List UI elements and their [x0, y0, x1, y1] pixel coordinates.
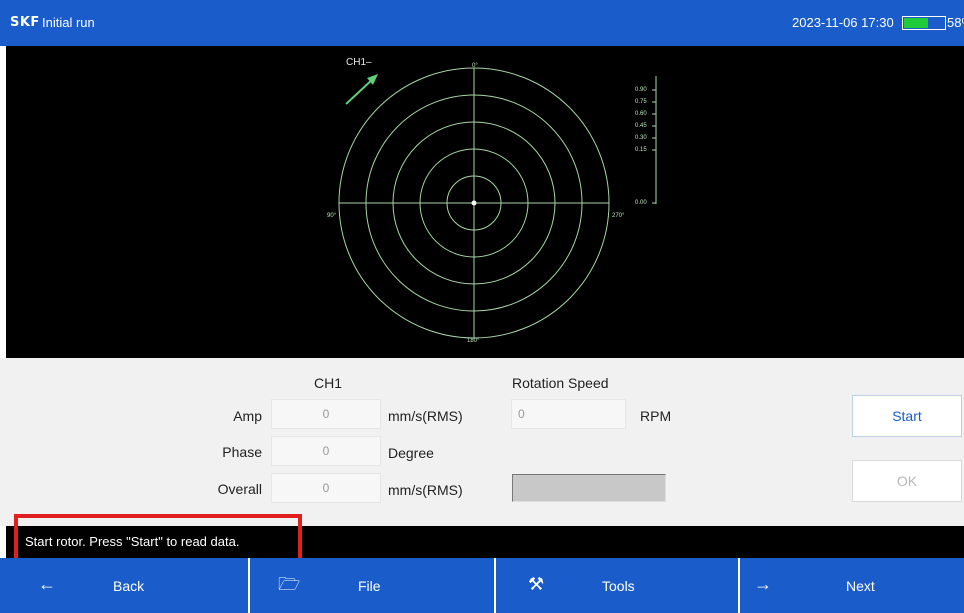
- arrow-left-icon: ←: [38, 574, 56, 594]
- file-button[interactable]: 🗁 File: [248, 558, 494, 613]
- scale-label: 0.60: [635, 111, 647, 117]
- battery-level: [904, 18, 929, 28]
- polar-grid: [338, 67, 657, 339]
- scale-label: 0.45: [635, 123, 647, 129]
- scale-ticks: [652, 89, 656, 204]
- battery-percent: 58%: [947, 15, 964, 30]
- phase-label: Phase: [222, 444, 262, 460]
- skf-logo: SKF: [10, 15, 40, 30]
- angle-label-right: 270°: [612, 213, 625, 219]
- tools-icon: ⚒: [528, 574, 545, 594]
- amp-unit: mm/s(RMS): [388, 408, 463, 424]
- rotation-speed-unit: RPM: [640, 408, 672, 424]
- file-label: File: [358, 578, 381, 594]
- next-label: Next: [846, 578, 875, 594]
- tools-label: Tools: [602, 578, 635, 594]
- data-panel: [0, 358, 964, 526]
- back-button[interactable]: ← Back: [0, 558, 248, 613]
- back-label: Back: [113, 578, 145, 594]
- next-button[interactable]: → Next: [738, 558, 964, 613]
- scale-label: 0.15: [635, 147, 647, 153]
- channel-header: CH1: [314, 375, 343, 391]
- angle-label-top: 0°: [472, 63, 478, 69]
- scale-label: 0.00: [635, 200, 647, 206]
- status-message: Start rotor. Press "Start" to read data.: [25, 534, 240, 549]
- read-progress-bar: [512, 474, 666, 502]
- channel-label: CH1–: [346, 57, 372, 68]
- scale-label: 0.30: [635, 135, 647, 141]
- angle-label-left: 90°: [327, 213, 337, 219]
- rotation-speed-field: 0: [511, 399, 626, 429]
- status-bar: Start rotor. Press "Start" to read data.: [6, 526, 964, 558]
- polar-center-point: [471, 200, 477, 206]
- angle-label-bottom: 180°: [467, 338, 480, 344]
- tools-button[interactable]: ⚒ Tools: [494, 558, 738, 613]
- amp-value-field: 0: [271, 399, 381, 429]
- window-title: Initial run: [42, 15, 95, 30]
- ch1-arrow-icon: [345, 77, 375, 105]
- battery-icon: [902, 16, 946, 30]
- ok-button[interactable]: OK: [852, 460, 962, 502]
- polar-plot: CH1– 0° 90° 270° 180° 0.90 0.75 0.60 0.4…: [6, 46, 964, 358]
- folder-icon: 🗁: [278, 574, 301, 594]
- scale-label: 0.75: [635, 99, 647, 105]
- amp-label: Amp: [233, 408, 262, 424]
- overall-value-field: 0: [271, 473, 381, 503]
- start-button[interactable]: Start: [852, 395, 962, 437]
- phase-unit: Degree: [388, 445, 434, 461]
- overall-label: Overall: [217, 481, 262, 497]
- overall-unit: mm/s(RMS): [388, 482, 463, 498]
- title-bar: SKF Initial run 2023-11-06 17:30 58%: [0, 0, 964, 46]
- bottom-nav: ← Back 🗁 File ⚒ Tools → Next: [0, 558, 964, 613]
- rotation-speed-header: Rotation Speed: [512, 375, 609, 391]
- datetime: 2023-11-06 17:30: [792, 15, 894, 30]
- arrow-right-icon: →: [754, 574, 772, 594]
- phase-value-field: 0: [271, 436, 381, 466]
- scale-label: 0.90: [635, 87, 647, 93]
